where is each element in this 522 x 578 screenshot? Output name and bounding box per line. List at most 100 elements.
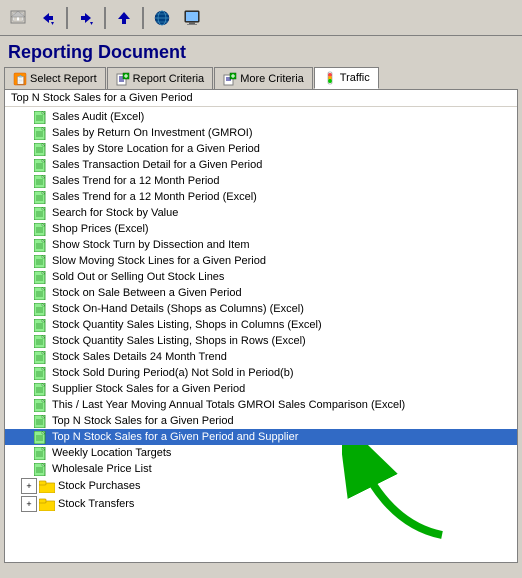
svg-text:▾: ▾ bbox=[90, 21, 93, 27]
item-label: Stock Quantity Sales Listing, Shops in R… bbox=[52, 335, 306, 347]
svg-text:▾: ▾ bbox=[51, 21, 54, 27]
doc-icon bbox=[33, 366, 49, 380]
toolbar: ▾ ▾ bbox=[0, 0, 522, 36]
tab-report-criteria-label: Report Criteria bbox=[133, 73, 205, 85]
folder-expander[interactable]: + bbox=[21, 478, 37, 494]
tree-item[interactable]: Sales Transaction Detail for a Given Per… bbox=[5, 157, 517, 173]
doc-icon bbox=[33, 190, 49, 204]
tree-item[interactable]: Sales Audit (Excel) bbox=[5, 109, 517, 125]
svg-text:📋: 📋 bbox=[15, 74, 26, 85]
item-label: Stock On-Hand Details (Shops as Columns)… bbox=[52, 303, 304, 315]
tree-item[interactable]: + Stock Transfers bbox=[5, 495, 517, 513]
doc-icon bbox=[33, 350, 49, 364]
doc-icon bbox=[33, 430, 49, 444]
doc-icon bbox=[33, 126, 49, 140]
doc-icon bbox=[33, 110, 49, 124]
doc-icon bbox=[33, 414, 49, 428]
item-label: Stock on Sale Between a Given Period bbox=[52, 287, 242, 299]
item-label: Show Stock Turn by Dissection and Item bbox=[52, 239, 249, 251]
item-label: Top N Stock Sales for a Given Period bbox=[52, 415, 234, 427]
item-label: Sold Out or Selling Out Stock Lines bbox=[52, 271, 224, 283]
doc-icon bbox=[33, 174, 49, 188]
item-label: Sales by Return On Investment (GMROI) bbox=[52, 127, 253, 139]
tree-item[interactable]: Top N Stock Sales for a Given Period and… bbox=[5, 429, 517, 445]
tree-item[interactable]: Top N Stock Sales for a Given Period bbox=[5, 413, 517, 429]
doc-icon bbox=[33, 398, 49, 412]
page-title: Reporting Document bbox=[8, 42, 186, 62]
item-label: Wholesale Price List bbox=[52, 463, 152, 475]
doc-icon bbox=[33, 334, 49, 348]
tree-item[interactable]: Stock Sales Details 24 Month Trend bbox=[5, 349, 517, 365]
item-label: Sales by Store Location for a Given Peri… bbox=[52, 143, 260, 155]
item-label: Sales Trend for a 12 Month Period (Excel… bbox=[52, 191, 257, 203]
tree-item[interactable]: Sales Trend for a 12 Month Period bbox=[5, 173, 517, 189]
tree-item[interactable]: Wholesale Price List bbox=[5, 461, 517, 477]
item-label: Stock Sold During Period(a) Not Sold in … bbox=[52, 367, 294, 379]
tree-item[interactable]: Stock Sold During Period(a) Not Sold in … bbox=[5, 365, 517, 381]
separator-2 bbox=[104, 7, 106, 29]
back-button[interactable]: ▾ bbox=[34, 4, 62, 32]
tab-report-criteria[interactable]: Report Criteria bbox=[107, 67, 214, 89]
report-criteria-icon bbox=[116, 72, 130, 86]
traffic-icon bbox=[323, 71, 337, 85]
breadcrumb: Top N Stock Sales for a Given Period bbox=[5, 90, 517, 107]
item-label: Stock Transfers bbox=[58, 498, 134, 510]
tree-item[interactable]: Shop Prices (Excel) bbox=[5, 221, 517, 237]
folder-expander[interactable]: + bbox=[21, 496, 37, 512]
doc-icon bbox=[33, 286, 49, 300]
tab-select-report[interactable]: 📋 Select Report bbox=[4, 67, 106, 89]
item-label: Sales Transaction Detail for a Given Per… bbox=[52, 159, 262, 171]
tree-item[interactable]: Slow Moving Stock Lines for a Given Peri… bbox=[5, 253, 517, 269]
doc-icon bbox=[33, 254, 49, 268]
tree-item[interactable]: + Stock Purchases bbox=[5, 477, 517, 495]
tree-item[interactable]: Stock On-Hand Details (Shops as Columns)… bbox=[5, 301, 517, 317]
tab-traffic[interactable]: Traffic bbox=[314, 67, 379, 89]
item-label: Sales Audit (Excel) bbox=[52, 111, 144, 123]
select-report-icon: 📋 bbox=[13, 72, 27, 86]
up-button[interactable] bbox=[110, 4, 138, 32]
tree-item[interactable]: Stock Quantity Sales Listing, Shops in C… bbox=[5, 317, 517, 333]
main-content: Top N Stock Sales for a Given Period Sal… bbox=[4, 89, 518, 563]
tab-more-criteria[interactable]: More Criteria bbox=[214, 67, 313, 89]
doc-icon bbox=[33, 158, 49, 172]
home-button[interactable] bbox=[4, 4, 32, 32]
item-label: Shop Prices (Excel) bbox=[52, 223, 149, 235]
item-label: Top N Stock Sales for a Given Period and… bbox=[52, 431, 298, 443]
item-label: Stock Quantity Sales Listing, Shops in C… bbox=[52, 319, 322, 331]
doc-icon bbox=[33, 318, 49, 332]
page-title-bar: Reporting Document bbox=[0, 36, 522, 67]
tree-item[interactable]: Show Stock Turn by Dissection and Item bbox=[5, 237, 517, 253]
doc-icon bbox=[33, 270, 49, 284]
more-criteria-icon bbox=[223, 72, 237, 86]
item-label: This / Last Year Moving Annual Totals GM… bbox=[52, 399, 405, 411]
item-label: Supplier Stock Sales for a Given Period bbox=[52, 383, 245, 395]
tree-item[interactable]: Search for Stock by Value bbox=[5, 205, 517, 221]
doc-icon bbox=[33, 382, 49, 396]
doc-icon bbox=[33, 462, 49, 476]
item-label: Stock Sales Details 24 Month Trend bbox=[52, 351, 227, 363]
tree-item[interactable]: Stock on Sale Between a Given Period bbox=[5, 285, 517, 301]
doc-icon bbox=[33, 206, 49, 220]
forward-button[interactable]: ▾ bbox=[72, 4, 100, 32]
email-button[interactable] bbox=[148, 4, 176, 32]
monitor-button[interactable] bbox=[178, 4, 206, 32]
tabs-bar: 📋 Select Report Report Criteria bbox=[0, 67, 522, 89]
tree-item[interactable]: This / Last Year Moving Annual Totals GM… bbox=[5, 397, 517, 413]
folder-icon bbox=[39, 479, 55, 493]
tree-item[interactable]: Sold Out or Selling Out Stock Lines bbox=[5, 269, 517, 285]
tree-item[interactable]: Weekly Location Targets bbox=[5, 445, 517, 461]
tab-select-report-label: Select Report bbox=[30, 73, 97, 85]
item-label: Stock Purchases bbox=[58, 480, 141, 492]
separator-1 bbox=[66, 7, 68, 29]
doc-icon bbox=[33, 222, 49, 236]
tree-item[interactable]: Sales by Store Location for a Given Peri… bbox=[5, 141, 517, 157]
tree-item[interactable]: Supplier Stock Sales for a Given Period bbox=[5, 381, 517, 397]
tree-item[interactable]: Stock Quantity Sales Listing, Shops in R… bbox=[5, 333, 517, 349]
doc-icon bbox=[33, 238, 49, 252]
item-label: Search for Stock by Value bbox=[52, 207, 178, 219]
tree-list: Sales Audit (Excel) Sales by Return On I… bbox=[5, 107, 517, 515]
tree-item[interactable]: Sales Trend for a 12 Month Period (Excel… bbox=[5, 189, 517, 205]
tree-item[interactable]: Sales by Return On Investment (GMROI) bbox=[5, 125, 517, 141]
tab-traffic-label: Traffic bbox=[340, 72, 370, 84]
tab-more-criteria-label: More Criteria bbox=[240, 73, 304, 85]
